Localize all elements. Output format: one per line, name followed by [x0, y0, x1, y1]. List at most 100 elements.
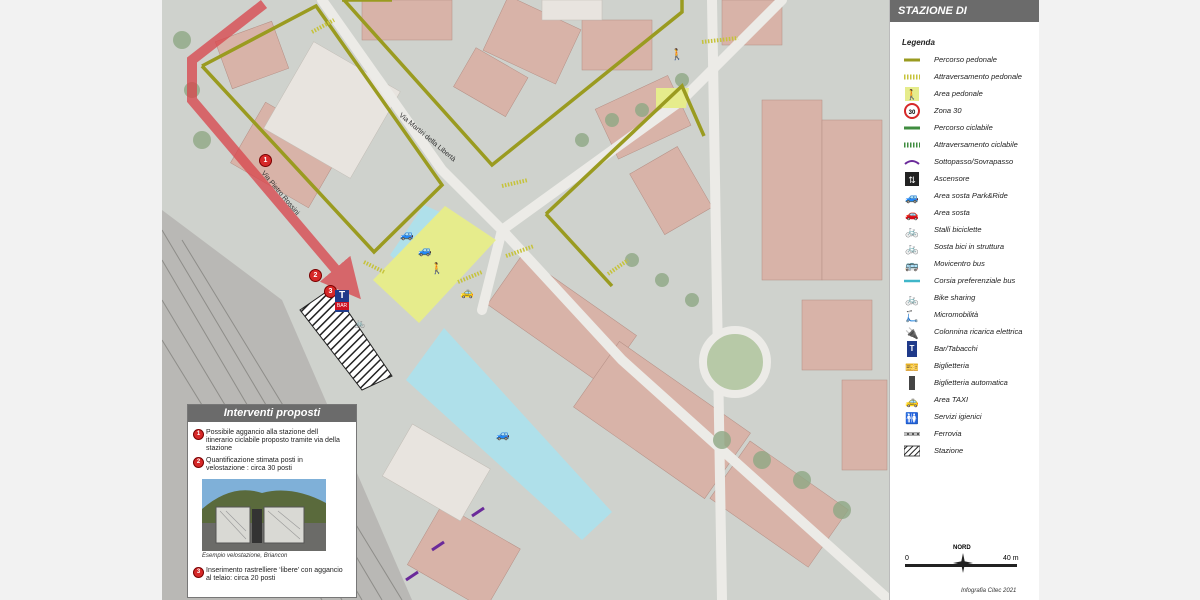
left-margin — [0, 0, 162, 600]
svg-text:🚕: 🚕 — [905, 396, 919, 408]
intervention-marker-1[interactable]: 1 — [259, 154, 272, 167]
legend-panel: STAZIONE DI MONCALIERI Legenda Percorso … — [889, 0, 1039, 600]
legend-item: 🔌 Colonnina ricarica elettrica — [904, 324, 1039, 340]
bike-sharing-icon: 🚲 — [904, 290, 920, 306]
railway-icon — [904, 426, 920, 442]
pedestrian-icon: 🚶 — [670, 49, 684, 61]
legend-item: 🚗 Area sosta — [904, 205, 1039, 221]
legend-item-label: Micromobilità — [934, 310, 979, 319]
svg-text:🚻: 🚻 — [905, 412, 919, 425]
legend-item-label: Bar/Tabacchi — [934, 344, 978, 353]
intervention-text-1: Possibile aggancio alla stazione dell it… — [206, 429, 340, 452]
legend-item: Percorso pedonale — [904, 52, 1039, 68]
svg-text:🚙: 🚙 — [905, 192, 919, 204]
bus-lane-icon — [904, 273, 920, 289]
legend-item-label: Sosta bici in struttura — [934, 242, 1005, 251]
bar-letter: T — [338, 290, 346, 301]
intervention-number-1: 1 — [193, 429, 204, 440]
intervention-text-3: Inserimento rastrelliere ‘libere’ con ag… — [206, 567, 343, 582]
svg-text:⇅: ⇅ — [908, 175, 916, 185]
parking-car-icon: 🚙 — [400, 229, 414, 241]
legend-item-label: Area pedonale — [934, 89, 983, 98]
toilets-icon: 🚻 — [904, 409, 920, 425]
park-ride-icon: 🚙 — [496, 429, 510, 441]
pedestrian-crossing-icon — [904, 69, 920, 85]
scale-line — [905, 564, 1017, 567]
bar-sign: BAR — [335, 302, 349, 310]
elevator-icon: ⇅ — [904, 171, 920, 187]
legend-item: 🚻 Servizi igienici — [904, 409, 1039, 425]
pedestrian-path-line-icon — [904, 52, 920, 68]
intervention-number-3: 3 — [193, 567, 204, 578]
intervention-item-1: 1 Possibile aggancio alla stazione dell … — [193, 429, 343, 453]
legend-item: 🎫 Biglietteria — [904, 358, 1039, 374]
legend-item: 🚲 Bike sharing — [904, 290, 1039, 306]
credit-text: Infografia Citec 2021 — [961, 588, 1017, 594]
legend-item: 🚲 Stalli biciclette — [904, 222, 1039, 238]
interventions-title: Interventi proposti — [188, 405, 356, 422]
svg-text:🔌: 🔌 — [905, 327, 919, 340]
intervention-item-3: 3 Inserimento rastrelliere ‘libere’ con … — [193, 567, 343, 583]
legend-title: Legenda — [902, 38, 935, 47]
legend-item: 🛴 Micromobilità — [904, 307, 1039, 323]
legend-item-label: Area sosta — [934, 208, 970, 217]
legend-item-label: Biglietteria automatica — [934, 378, 1008, 387]
station-hatch-icon — [903, 443, 921, 459]
legend-item: 🚶 Area pedonale — [904, 86, 1039, 102]
legend-item: Percorso ciclabile — [904, 120, 1039, 136]
intervention-item-2: 2 Quantificazione stimata posti in velos… — [193, 457, 343, 473]
svg-text:T: T — [910, 344, 915, 353]
ticket-office-icon: 🎫 — [904, 358, 920, 374]
svg-text:30: 30 — [909, 110, 916, 116]
bus-hub-icon: 🚌 — [904, 256, 920, 272]
legend-item-label: Attraversamento pedonale — [934, 72, 1022, 81]
svg-text:🛴: 🛴 — [905, 310, 919, 323]
zone-30-sign-icon: 30 — [904, 103, 920, 119]
legend-item-label: Ascensore — [934, 174, 970, 183]
legend-item-label: Bike sharing — [934, 293, 976, 302]
legend-item-label: Stalli biciclette — [934, 225, 982, 234]
legend-item-label: Percorso ciclabile — [934, 123, 993, 132]
legend-item: Ferrovia — [904, 426, 1039, 442]
svg-text:🚶: 🚶 — [906, 88, 918, 101]
legend-item-label: Corsia preferenziale bus — [934, 276, 1016, 285]
pedestrian-area-icon: 🚶 — [904, 86, 920, 102]
bicycle-rack-icon: 🚲 — [354, 318, 366, 328]
legend-item-label: Area sosta Park&Ride — [934, 191, 1008, 200]
cycle-crossing-icon — [904, 137, 920, 153]
legend-item-label: Colonnina ricarica elettrica — [934, 327, 1023, 336]
velostation-photo — [202, 479, 326, 551]
scale-bar: NORD 0 40 m — [905, 545, 1030, 575]
photo-caption: Esempio velostazione, Briancon — [202, 553, 288, 559]
ev-charger-icon: 🔌 — [904, 324, 920, 340]
legend-item: 🚙 Area sosta Park&Ride — [904, 188, 1039, 204]
cycle-path-line-icon — [904, 120, 920, 136]
north-label: NORD — [953, 545, 971, 551]
legend-item-label: Percorso pedonale — [934, 55, 997, 64]
legend-item: Biglietteria automatica — [904, 375, 1039, 391]
bicycle-shelter-icon: 🚲 — [904, 239, 920, 255]
legend-item: Corsia preferenziale bus — [904, 273, 1039, 289]
legend-item-label: Area TAXI — [934, 395, 969, 404]
interventions-panel: Interventi proposti 1 Possibile aggancio… — [187, 404, 357, 598]
intervention-text-2: Quantificazione stimata posti in velosta… — [206, 457, 303, 472]
legend-item: Stazione — [903, 443, 1039, 459]
legend-item: 30 Zona 30 — [904, 103, 1039, 119]
intervention-marker-2[interactable]: 2 — [309, 269, 322, 282]
svg-text:🚲: 🚲 — [905, 294, 919, 306]
park-ride-icon: 🚙 — [904, 188, 920, 204]
legend-item-label: Sottopasso/Sovrapasso — [934, 157, 1014, 166]
svg-text:🎫: 🎫 — [905, 362, 919, 374]
pedestrian-icon: 🚶 — [430, 263, 444, 275]
parking-car-icon: 🚙 — [418, 245, 432, 257]
right-margin — [1038, 0, 1200, 600]
legend-item-label: Zona 30 — [934, 106, 962, 115]
legend-header: STAZIONE DI MONCALIERI — [890, 0, 1039, 39]
svg-text:🚌: 🚌 — [905, 260, 919, 272]
bicycle-rack-icon: 🚲 — [904, 222, 920, 238]
legend-item: 🚌 Movicentro bus — [904, 256, 1039, 272]
legend-item: 🚲 Sosta bici in struttura — [904, 239, 1039, 255]
intervention-number-2: 2 — [193, 457, 204, 468]
legend-item-label: Attraversamento ciclabile — [934, 140, 1018, 149]
legend-item-label: Stazione — [934, 446, 964, 455]
